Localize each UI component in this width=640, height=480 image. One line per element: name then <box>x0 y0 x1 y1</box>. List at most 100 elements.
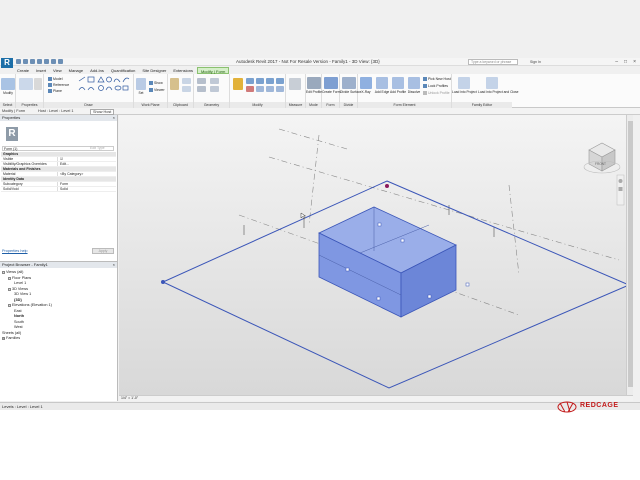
trim-icon[interactable] <box>246 86 254 92</box>
close-icon[interactable]: × <box>113 115 115 121</box>
reference-point[interactable] <box>385 184 389 188</box>
offset-icon[interactable] <box>246 78 254 84</box>
application-menu-button[interactable]: R <box>1 58 13 68</box>
maximize-icon[interactable]: □ <box>624 59 627 65</box>
divide-surface-icon[interactable] <box>342 77 356 89</box>
add-edge-icon[interactable] <box>376 77 388 89</box>
viewcube[interactable]: FRONT <box>583 142 621 174</box>
move-icon[interactable] <box>266 78 274 84</box>
properties-table: Graphics Visible ☑ Visibility/Graphics Ov… <box>1 152 116 192</box>
close-icon[interactable]: × <box>113 262 115 268</box>
pick-new-host-button[interactable]: Pick New Host <box>423 76 451 81</box>
save-icon[interactable] <box>23 59 28 64</box>
status-bar: Levels : Level : Level 1 <box>0 402 640 410</box>
close-icon[interactable]: × <box>633 59 636 65</box>
collapse-icon[interactable]: - <box>2 271 5 275</box>
collapse-icon[interactable]: - <box>8 287 11 291</box>
paste-icon[interactable] <box>170 78 179 90</box>
edit-profile-label: Edit Profile <box>306 90 322 94</box>
expand-icon[interactable]: + <box>2 337 5 341</box>
tab-insert[interactable]: Insert <box>33 67 49 74</box>
load-close-icon[interactable] <box>486 77 498 89</box>
properties-title-text: Properties <box>2 115 21 120</box>
set-workplane-icon[interactable] <box>136 78 146 90</box>
3d-view-icon[interactable] <box>58 59 63 64</box>
copy-element-icon[interactable] <box>276 78 284 84</box>
model-geometry[interactable]: FRONT <box>119 115 633 395</box>
tab-quantification[interactable]: Quantification <box>108 67 138 74</box>
edit-profile-icon[interactable] <box>307 77 321 89</box>
properties-icon[interactable] <box>19 78 33 90</box>
browser-tree-item[interactable]: + Families <box>2 336 52 342</box>
extrusion-form[interactable] <box>318 206 470 318</box>
measure-tool-icon[interactable] <box>289 78 301 90</box>
show-workplane-button[interactable]: Show <box>149 80 163 85</box>
array-icon[interactable] <box>266 86 274 92</box>
unlock-profile-button[interactable]: Unlock Profile <box>423 90 450 95</box>
dissolve-icon[interactable] <box>408 77 420 89</box>
minimize-icon[interactable]: – <box>615 59 618 65</box>
visible-checkbox[interactable]: ☑ <box>57 157 116 161</box>
rotate-icon[interactable] <box>256 86 264 92</box>
scrollbar-thumb[interactable] <box>628 121 633 387</box>
lock-profiles-button[interactable]: Lock Profiles <box>423 83 448 88</box>
reference-line-tool[interactable]: Reference <box>48 82 69 87</box>
panel-properties: Properties <box>16 74 44 108</box>
set-label: Set <box>138 91 144 95</box>
search-input[interactable]: Type a keyword or phrase <box>468 59 518 65</box>
zoom-icon[interactable] <box>618 187 623 191</box>
tab-add-ins[interactable]: Add-Ins <box>87 67 107 74</box>
print-icon[interactable] <box>44 59 49 64</box>
status-text: Levels : Level : Level 1 <box>2 404 43 409</box>
edit-type-button[interactable]: Edit Type <box>90 146 105 150</box>
tab-view[interactable]: View <box>50 67 65 74</box>
view-scale[interactable]: 1/4" = 1'-0" <box>121 396 138 400</box>
viewer-button[interactable]: Viewer <box>149 87 165 92</box>
cut-geometry-icon[interactable] <box>197 86 206 92</box>
align-icon[interactable] <box>233 78 243 90</box>
type-properties-icon[interactable] <box>34 78 42 90</box>
load-project-icon[interactable] <box>458 77 470 89</box>
open-icon[interactable] <box>16 59 21 64</box>
mirror-icon[interactable] <box>256 78 264 84</box>
apply-button[interactable]: Apply <box>92 248 114 254</box>
properties-help-link[interactable]: Properties help <box>2 249 28 253</box>
family-type-icon: R <box>6 127 18 141</box>
steering-wheel-icon[interactable] <box>618 179 623 183</box>
measure-icon[interactable] <box>51 59 56 64</box>
cut-icon[interactable] <box>182 78 191 84</box>
join-icon[interactable] <box>210 78 219 84</box>
copy-icon[interactable] <box>182 86 191 92</box>
tab-site-designer[interactable]: Site Designer <box>139 67 169 74</box>
cope-icon[interactable] <box>197 78 206 84</box>
vertical-scrollbar[interactable] <box>626 115 633 395</box>
collapse-icon[interactable]: - <box>8 304 11 308</box>
create-form-icon[interactable] <box>324 77 338 89</box>
tab-extensions[interactable]: Extensions <box>170 67 196 74</box>
sign-in-link[interactable]: Sign In <box>530 60 541 64</box>
material-field[interactable]: <By Category> <box>57 172 116 176</box>
xray-icon[interactable] <box>360 77 372 89</box>
panel-family-editor: Load into Project Load into Project and … <box>452 74 519 108</box>
plane-tool[interactable]: Plane <box>48 88 62 93</box>
add-profile-icon[interactable] <box>392 77 404 89</box>
tab-create[interactable]: Create <box>14 67 32 74</box>
browser-title-text: Project Browser - Family1 <box>2 262 48 267</box>
3d-view-canvas[interactable]: FRONT <box>119 115 633 395</box>
scale-icon[interactable] <box>276 86 284 92</box>
draw-shapes-gallery[interactable] <box>78 76 130 98</box>
modify-arrow-icon[interactable] <box>1 78 15 90</box>
redcage-wordmark: REDCAGE <box>580 402 619 409</box>
solid-void-field[interactable]: Solid <box>57 187 116 191</box>
split-face-icon[interactable] <box>210 86 219 92</box>
subcategory-field[interactable]: Form <box>57 182 116 186</box>
tab-modify-form[interactable]: Modify | Form <box>196 67 230 74</box>
tab-manage[interactable]: Manage <box>66 67 86 74</box>
model-line-tool[interactable]: Model <box>48 76 63 81</box>
prop-row-solid-void: Solid/Void Solid <box>1 187 116 192</box>
undo-icon[interactable] <box>30 59 35 64</box>
redo-icon[interactable] <box>37 59 42 64</box>
collapse-icon[interactable]: - <box>8 276 11 280</box>
reference-point-west[interactable] <box>161 280 165 284</box>
vg-edit-button[interactable]: Edit... <box>57 162 116 166</box>
